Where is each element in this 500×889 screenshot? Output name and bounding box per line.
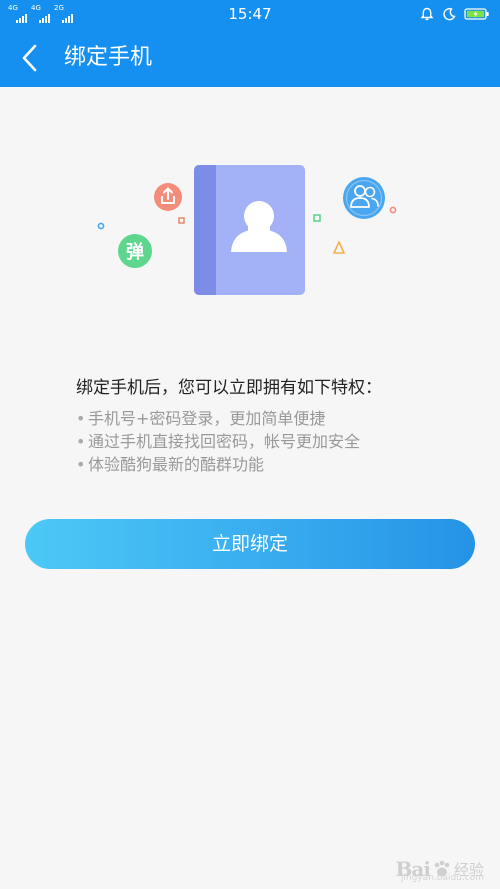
watermark-url: jingyan.baidu.com	[400, 873, 484, 883]
baidu-jingyan-watermark: Bai 经验 jingyan.baidu.com	[396, 857, 484, 883]
status-icons	[420, 5, 490, 23]
moon-icon	[443, 7, 456, 21]
chevron-left-icon	[22, 44, 37, 72]
bullet-badge-icon: 弹	[118, 234, 152, 268]
bullet: •	[76, 455, 86, 474]
badge-text: 弹	[126, 241, 144, 263]
bullet: •	[76, 409, 86, 428]
decor-triangle	[333, 241, 345, 254]
list-item: • 手机号+密码登录，更加简单便捷	[76, 407, 360, 430]
feature-text: 体验酷狗最新的酷群功能	[88, 455, 265, 474]
feature-text: 手机号+密码登录，更加简单便捷	[88, 409, 326, 428]
bind-phone-illustration: 弹	[97, 165, 397, 295]
list-item: • 通过手机直接找回密码，帐号更加安全	[76, 430, 360, 453]
contact-book-icon	[194, 165, 305, 295]
privilege-intro: 绑定手机后，您可以立即拥有如下特权：	[76, 378, 382, 398]
decor-square-2	[313, 214, 321, 222]
privilege-list: • 手机号+密码登录，更加简单便捷 • 通过手机直接找回密码，帐号更加安全 • 体验酷…	[76, 407, 360, 476]
bullet: •	[76, 432, 86, 451]
group-users-icon	[343, 177, 385, 219]
decor-square-1	[178, 217, 185, 224]
share-upload-icon	[154, 183, 182, 211]
alarm-bell-icon	[420, 7, 434, 21]
bind-now-button[interactable]: 立即绑定	[25, 519, 475, 569]
page-title: 绑定手机	[64, 45, 153, 70]
back-button[interactable]	[12, 38, 48, 78]
decor-dot-2	[389, 206, 397, 214]
app-bar: 绑定手机	[0, 28, 500, 87]
status-bar: 4G 4G 2G 15:47	[0, 0, 500, 28]
feature-text: 通过手机直接找回密码，帐号更加安全	[88, 432, 361, 451]
list-item: • 体验酷狗最新的酷群功能	[76, 453, 360, 476]
battery-charging-icon	[464, 8, 489, 20]
decor-dot-1	[97, 222, 105, 230]
